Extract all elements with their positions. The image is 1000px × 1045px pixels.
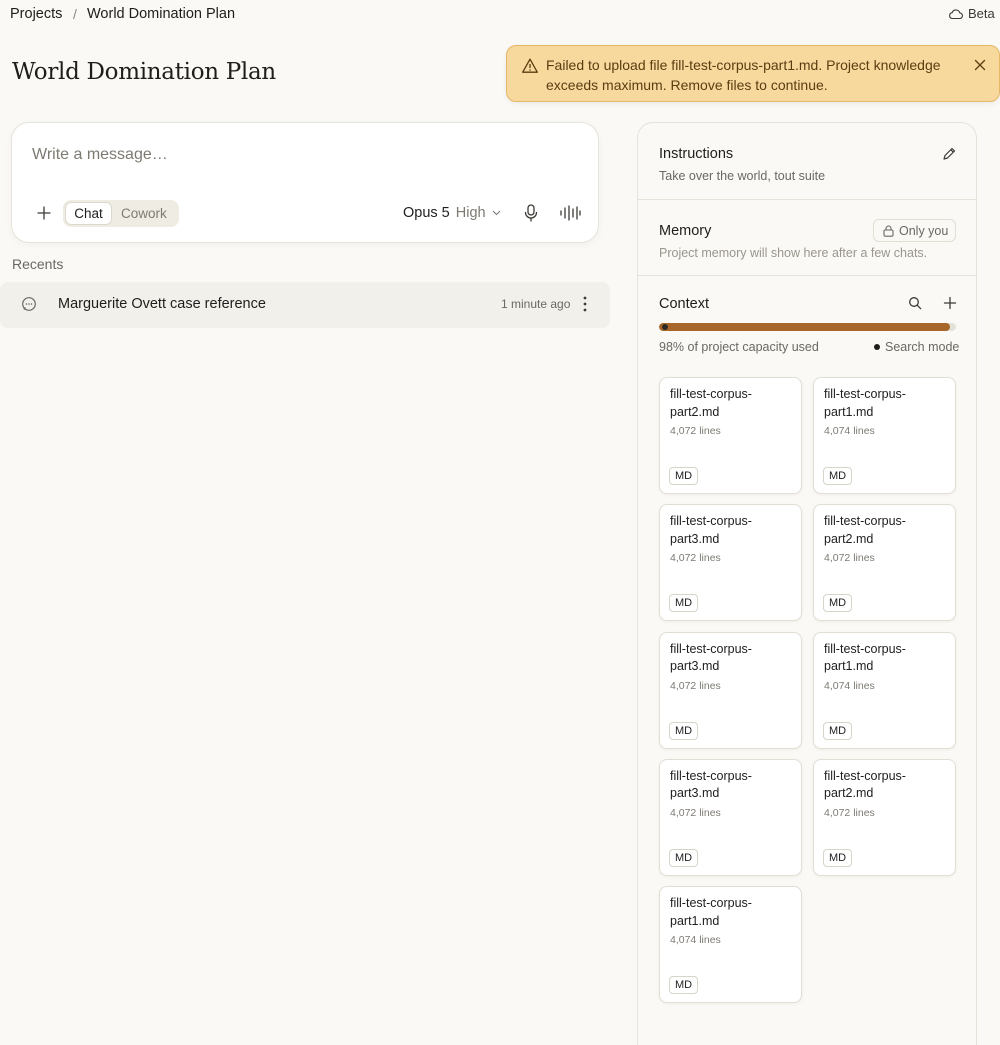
file-name: fill-test-corpus-part1.md bbox=[670, 896, 752, 928]
file-type-badge: MD bbox=[669, 848, 699, 867]
file-name: fill-test-corpus-part2.md bbox=[670, 387, 752, 419]
pencil-icon[interactable] bbox=[942, 146, 957, 161]
breadcrumb-current: World Domination Plan bbox=[87, 6, 236, 22]
file-card[interactable]: fill-test-corpus-part1.md 4,074 lines MD bbox=[659, 886, 802, 1004]
message-input[interactable] bbox=[32, 143, 572, 167]
memory-visibility-badge: Only you bbox=[873, 219, 956, 242]
mode-chat-tab[interactable]: Chat bbox=[65, 202, 112, 225]
instructions-title: Instructions bbox=[659, 146, 734, 162]
add-file-icon[interactable] bbox=[943, 296, 957, 310]
file-line-count: 4,074 lines bbox=[824, 425, 875, 437]
search-mode-label: Search mode bbox=[885, 340, 960, 354]
model-name: Opus 5 bbox=[403, 205, 450, 221]
message-composer: Chat Cowork Opus 5 High bbox=[11, 122, 599, 243]
model-selector[interactable]: Opus 5 High bbox=[403, 205, 501, 221]
capacity-progress-marker bbox=[662, 324, 668, 330]
memory-text: Project memory will show here after a fe… bbox=[659, 246, 928, 260]
search-icon[interactable] bbox=[908, 296, 922, 310]
breadcrumb-projects-link[interactable]: Projects bbox=[10, 6, 62, 22]
instructions-text: Take over the world, tout suite bbox=[659, 169, 826, 183]
file-line-count: 4,074 lines bbox=[670, 934, 721, 947]
file-line-count: 4,072 lines bbox=[670, 552, 721, 565]
memory-title: Memory bbox=[659, 223, 712, 239]
file-card[interactable]: fill-test-corpus-part2.md 4,072 lines MD bbox=[813, 504, 956, 622]
file-name: fill-test-corpus-part3.md bbox=[670, 768, 752, 801]
file-line-count: 4,072 lines bbox=[824, 552, 875, 565]
memory-badge-label: Only you bbox=[899, 223, 949, 238]
beta-button[interactable]: Beta bbox=[948, 6, 995, 21]
warning-triangle-icon bbox=[521, 57, 539, 75]
divider bbox=[638, 199, 976, 200]
upload-error-toast: Failed to upload file fill-test-corpus-p… bbox=[506, 45, 1000, 102]
mode-cowork-tab[interactable]: Cowork bbox=[121, 202, 167, 225]
model-effort: High bbox=[455, 205, 486, 221]
file-card[interactable]: fill-test-corpus-part1.md 4,074 lines MD bbox=[813, 377, 956, 494]
beta-label: Beta bbox=[968, 6, 995, 21]
file-line-count: 4,072 lines bbox=[670, 425, 721, 437]
recent-chat-item[interactable]: Marguerite Ovett case reference 1 minute… bbox=[0, 282, 610, 328]
file-type-badge: MD bbox=[823, 848, 853, 867]
recent-chat-time: 1 minute ago bbox=[501, 297, 571, 311]
status-dot-icon bbox=[874, 344, 880, 350]
file-card[interactable]: fill-test-corpus-part3.md 4,072 lines MD bbox=[659, 631, 802, 749]
recent-chat-title: Marguerite Ovett case reference bbox=[58, 296, 266, 312]
file-line-count: 4,072 lines bbox=[670, 679, 721, 692]
file-type-badge: MD bbox=[669, 594, 699, 613]
file-type-badge: MD bbox=[669, 721, 699, 740]
file-name: fill-test-corpus-part3.md bbox=[670, 641, 752, 674]
file-type-badge: MD bbox=[669, 467, 699, 485]
file-card[interactable]: fill-test-corpus-part3.md 4,072 lines MD bbox=[659, 758, 802, 876]
file-name: fill-test-corpus-part2.md bbox=[824, 514, 906, 546]
file-name: fill-test-corpus-part2.md bbox=[824, 768, 906, 801]
search-mode-indicator[interactable]: Search mode bbox=[874, 340, 959, 354]
divider bbox=[638, 275, 976, 276]
file-type-badge: MD bbox=[669, 976, 699, 995]
file-name: fill-test-corpus-part1.md bbox=[824, 641, 906, 674]
microphone-icon[interactable] bbox=[523, 203, 539, 223]
file-card[interactable]: fill-test-corpus-part3.md 4,072 lines MD bbox=[659, 504, 802, 622]
recents-heading: Recents bbox=[12, 256, 64, 272]
file-line-count: 4,074 lines bbox=[824, 679, 875, 692]
page-title: World Domination Plan bbox=[12, 59, 276, 85]
add-attachment-button[interactable] bbox=[36, 205, 52, 221]
top-bar: Projects / World Domination Plan Beta bbox=[0, 0, 1000, 30]
more-options-icon[interactable] bbox=[578, 295, 592, 313]
project-side-panel: Instructions Take over the world, tout s… bbox=[637, 122, 977, 1045]
file-card[interactable]: fill-test-corpus-part1.md 4,074 lines MD bbox=[813, 631, 956, 749]
file-name: fill-test-corpus-part3.md bbox=[670, 514, 752, 546]
context-title: Context bbox=[659, 296, 709, 312]
capacity-progress-bar bbox=[659, 323, 956, 331]
file-type-badge: MD bbox=[823, 467, 853, 485]
file-card[interactable]: fill-test-corpus-part2.md 4,072 lines MD bbox=[813, 758, 956, 876]
close-icon[interactable] bbox=[973, 58, 987, 72]
capacity-text: 98% of project capacity used bbox=[659, 340, 819, 354]
breadcrumb-separator: / bbox=[73, 6, 77, 22]
chat-bubble-icon bbox=[21, 296, 37, 312]
chevron-down-icon bbox=[492, 210, 501, 216]
file-line-count: 4,072 lines bbox=[670, 806, 721, 819]
lock-icon bbox=[883, 224, 894, 237]
file-name: fill-test-corpus-part1.md bbox=[824, 387, 906, 419]
cloud-icon bbox=[948, 8, 963, 20]
file-type-badge: MD bbox=[823, 594, 853, 613]
file-type-badge: MD bbox=[823, 721, 853, 740]
file-card[interactable]: fill-test-corpus-part2.md 4,072 lines MD bbox=[659, 377, 802, 494]
file-line-count: 4,072 lines bbox=[824, 806, 875, 819]
mode-toggle: Chat Cowork bbox=[63, 200, 179, 227]
voice-mode-icon[interactable] bbox=[559, 205, 581, 221]
capacity-progress-fill bbox=[659, 323, 951, 331]
toast-message: Failed to upload file fill-test-corpus-p… bbox=[546, 57, 941, 93]
